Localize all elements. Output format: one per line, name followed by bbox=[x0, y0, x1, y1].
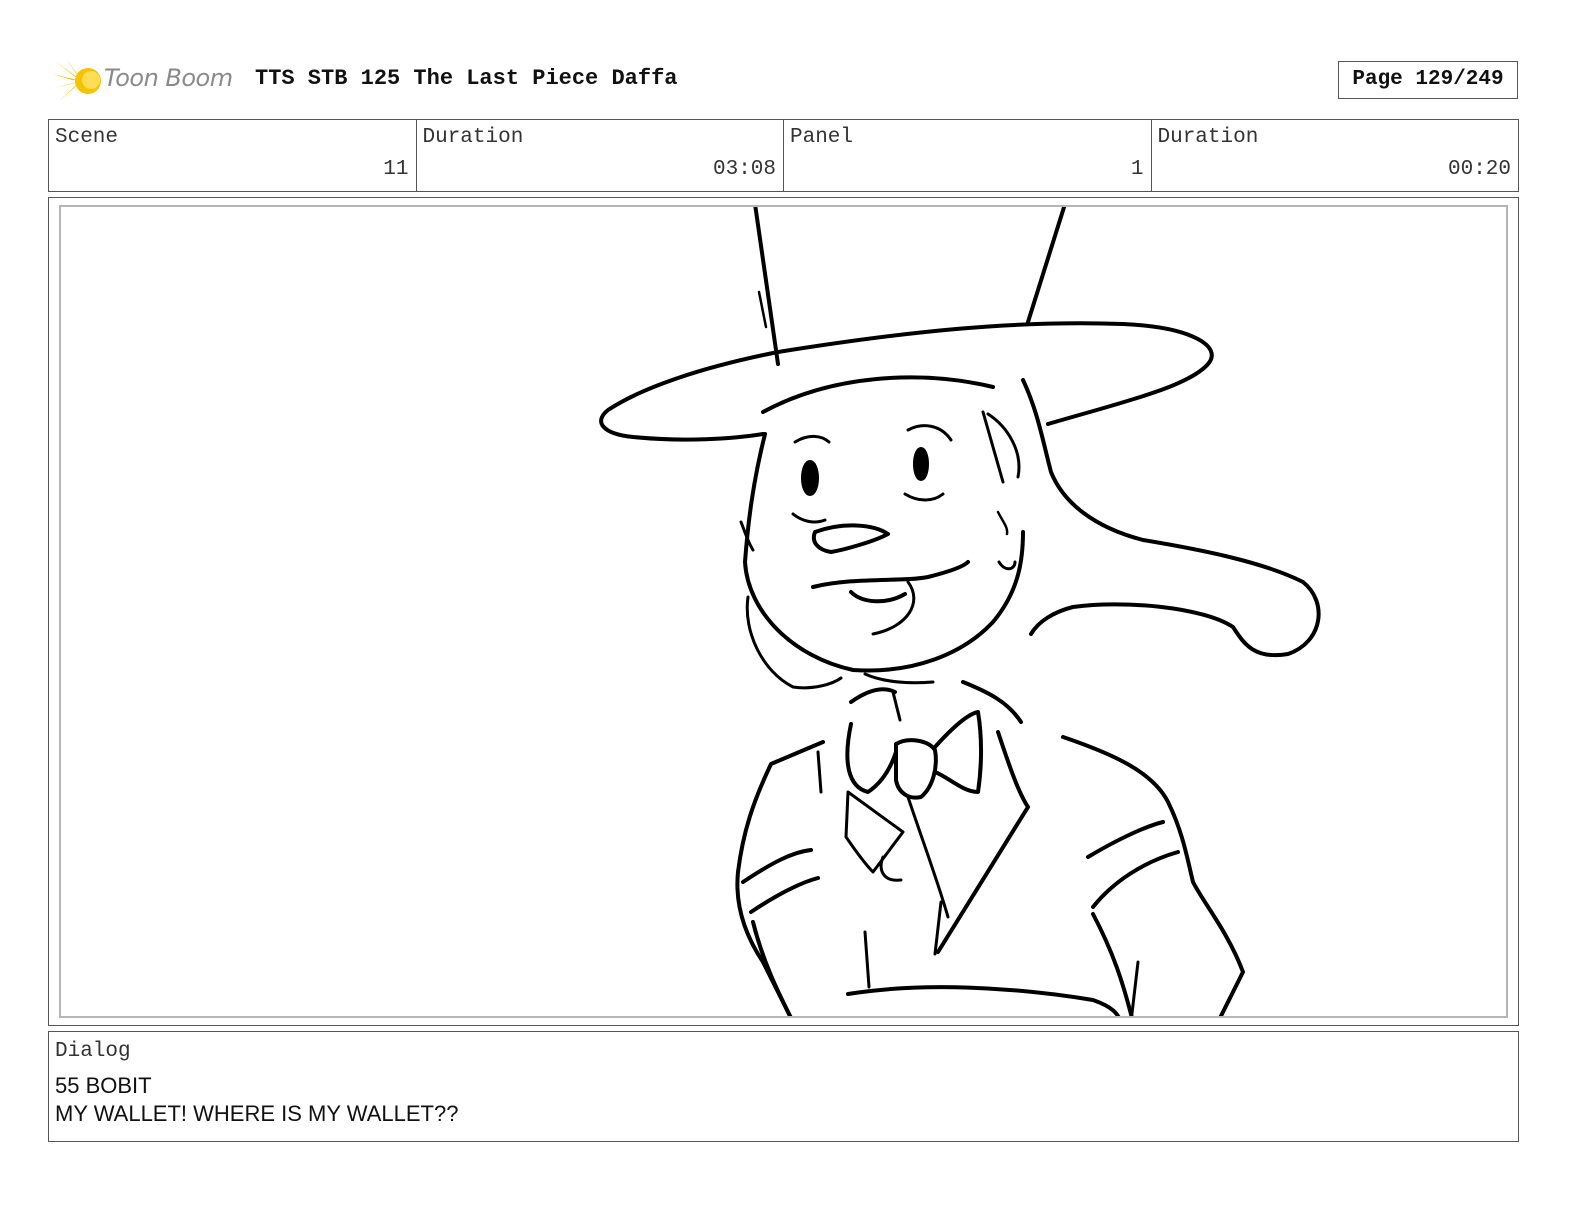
scene-cell: Scene 11 bbox=[49, 120, 417, 191]
page-indicator: Page 129/249 bbox=[1338, 61, 1518, 99]
dialog-box: Dialog 55 BOBIT MY WALLET! WHERE IS MY W… bbox=[48, 1031, 1519, 1142]
scene-duration-label: Duration bbox=[422, 126, 524, 149]
panel-cell: Panel 1 bbox=[784, 120, 1152, 191]
storyboard-panel-image bbox=[59, 205, 1508, 1018]
scene-duration-cell: Duration 03:08 bbox=[417, 120, 784, 191]
scene-value: 11 bbox=[383, 158, 409, 181]
toon-boom-logo: Toon Boom bbox=[52, 56, 242, 106]
panel-duration-cell: Duration 00:20 bbox=[1152, 120, 1519, 191]
panel-duration-value: 00:20 bbox=[1447, 158, 1511, 181]
panel-value: 1 bbox=[1130, 158, 1144, 181]
scene-info-row: Scene 11 Duration 03:08 Panel 1 Duration… bbox=[48, 119, 1519, 192]
logo-text: Toon Boom bbox=[104, 64, 233, 92]
scene-label: Scene bbox=[55, 126, 119, 149]
storyboard-panel-frame bbox=[48, 197, 1519, 1026]
panel-duration-label: Duration bbox=[1157, 126, 1259, 149]
dialog-speaker: 55 BOBIT bbox=[55, 1073, 152, 1098]
dialog-line: MY WALLET! WHERE IS MY WALLET?? bbox=[55, 1101, 459, 1126]
panel-label: Panel bbox=[790, 126, 854, 149]
character-sketch bbox=[599, 207, 1321, 1016]
starburst-icon bbox=[52, 58, 101, 102]
scene-duration-value: 03:08 bbox=[712, 158, 776, 181]
dialog-label: Dialog bbox=[55, 1040, 131, 1063]
document-title: TTS STB 125 The Last Piece Daffa bbox=[255, 66, 678, 91]
